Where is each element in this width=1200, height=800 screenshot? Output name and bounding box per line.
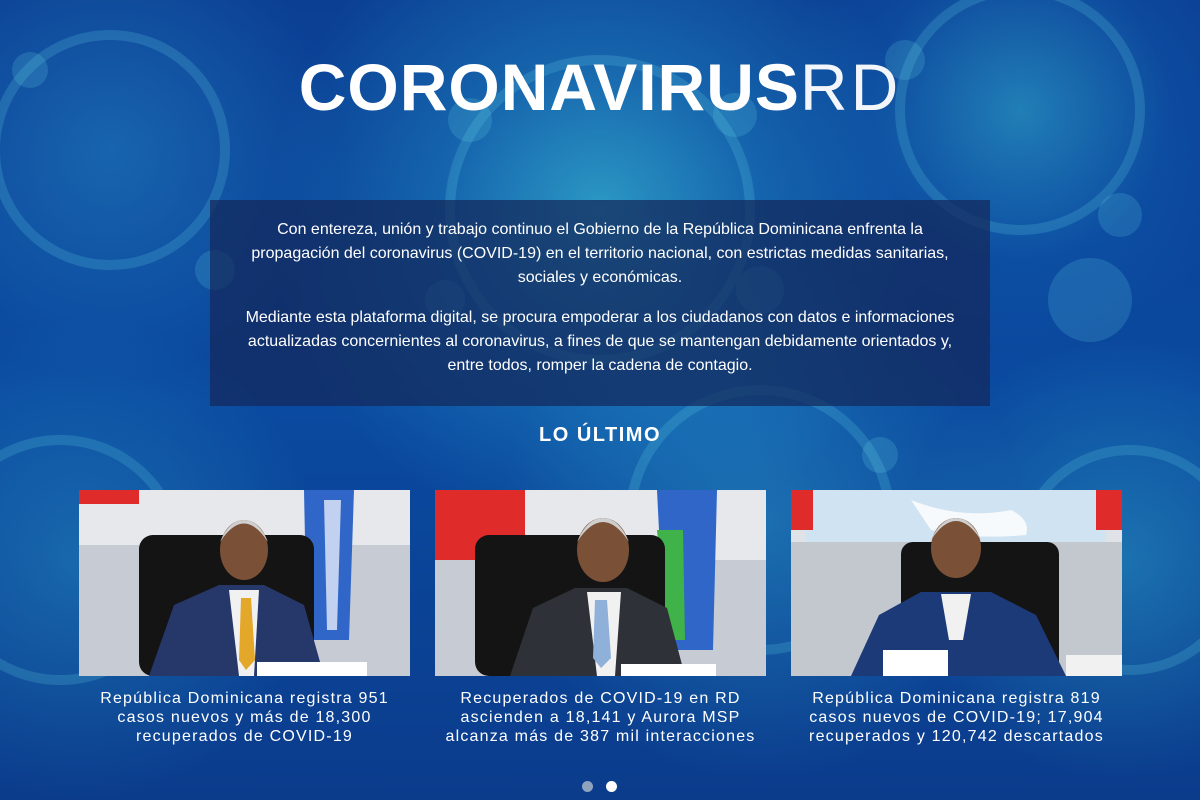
news-caption-1[interactable]: República Dominicana registra 951 casos … <box>79 689 410 746</box>
news-carousel: República Dominicana registra 951 casos … <box>79 490 1122 760</box>
page-title: CORONAVIRUSRD <box>0 52 1200 122</box>
carousel-dot-1[interactable] <box>582 781 593 792</box>
news-caption-3[interactable]: República Dominicana registra 819 casos … <box>791 689 1122 746</box>
title-coronavirus: CORONAVIRUS <box>298 50 800 124</box>
intro-paragraph-1: Con entereza, unión y trabajo continuo e… <box>251 221 949 286</box>
intro-panel: Con entereza, unión y trabajo continuo e… <box>210 200 990 406</box>
news-card-1[interactable]: República Dominicana registra 951 casos … <box>79 490 410 746</box>
carousel-dot-2[interactable] <box>606 781 617 792</box>
news-card-2[interactable]: Recuperados de COVID-19 en RD ascienden … <box>435 490 766 746</box>
news-photo-3[interactable] <box>791 490 1122 676</box>
intro-paragraph-2: Mediante esta plataforma digital, se pro… <box>245 309 955 374</box>
news-photo-2[interactable] <box>435 490 766 676</box>
title-rd: RD <box>799 50 902 124</box>
news-caption-2[interactable]: Recuperados de COVID-19 en RD ascienden … <box>435 689 766 746</box>
news-card-3[interactable]: República Dominicana registra 819 casos … <box>791 490 1122 746</box>
latest-heading: LO ÚLTIMO <box>539 424 661 446</box>
news-photo-1[interactable] <box>79 490 410 676</box>
